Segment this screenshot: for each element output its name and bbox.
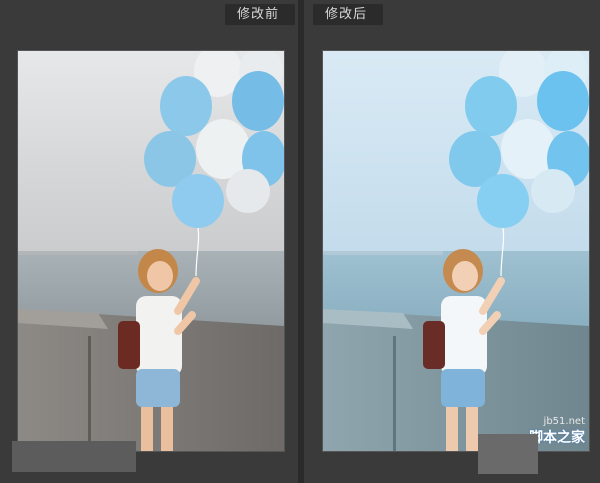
caption-overlay-left (12, 441, 136, 472)
watermark-site: jb51.net (543, 416, 585, 427)
wall-joint (393, 336, 396, 451)
after-scene (323, 51, 589, 451)
caption-overlay-right (478, 434, 538, 474)
bridge (18, 251, 138, 255)
before-photo (17, 50, 285, 452)
tab-before[interactable]: 修改前 (225, 4, 295, 25)
before-scene (18, 51, 284, 451)
tab-after[interactable]: 修改后 (313, 4, 383, 25)
bridge (323, 251, 443, 255)
comparison-viewer: 修改前 修改后 jb51.net 脚本之家 (0, 0, 600, 483)
wall-joint (88, 336, 91, 451)
after-photo: jb51.net 脚本之家 (322, 50, 590, 452)
